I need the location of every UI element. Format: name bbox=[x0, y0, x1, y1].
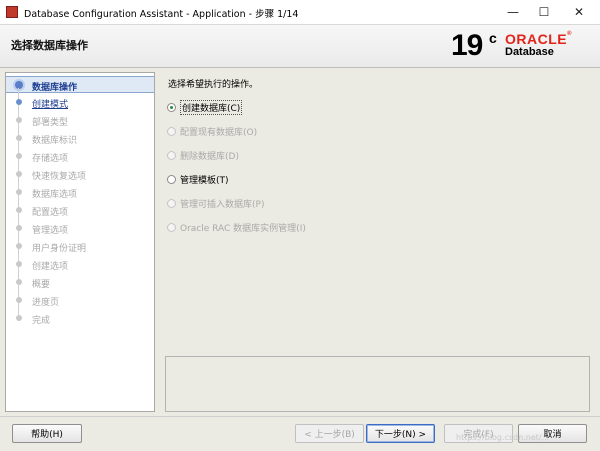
help-button[interactable]: 帮助(H) bbox=[12, 424, 82, 443]
window-title: Database Configuration Assistant - Appli… bbox=[24, 9, 299, 20]
step-header: 选择数据库操作 19 c ORACLE® Database bbox=[0, 25, 600, 68]
radio-icon bbox=[167, 198, 176, 208]
nav-step-creation-mode[interactable]: 创建模式 bbox=[6, 94, 154, 117]
step-dot-icon bbox=[16, 117, 22, 123]
step-current-icon bbox=[15, 81, 23, 89]
logo-brand-text: ORACLE bbox=[505, 31, 568, 47]
radio-icon bbox=[167, 126, 176, 136]
option-create-database[interactable]: 创建数据库(C) bbox=[167, 99, 243, 115]
nav-step-storage: 存储选项 bbox=[6, 148, 154, 171]
radio-icon bbox=[167, 150, 176, 160]
step-dot-icon bbox=[16, 225, 22, 231]
option-delete-database: 删除数据库(D) bbox=[167, 147, 239, 163]
step-dot-icon bbox=[16, 261, 22, 267]
minimize-button[interactable]: — bbox=[496, 0, 530, 24]
app-icon bbox=[6, 6, 18, 18]
nav-step-deployment-type: 部署类型 bbox=[6, 112, 154, 135]
nav-step-progress: 进度页 bbox=[6, 292, 154, 315]
nav-step-finish: 完成 bbox=[6, 310, 154, 327]
radio-checked-icon[interactable] bbox=[167, 102, 176, 112]
step-navigation: 数据库操作 创建模式 部署类型 数据库标识 存储选项 快速恢复选项 数据库选项 … bbox=[5, 72, 155, 412]
window-titlebar: Database Configuration Assistant - Appli… bbox=[0, 0, 600, 25]
watermark: https://blog.csdn.net/... bbox=[456, 433, 550, 442]
logo-product: Database bbox=[505, 46, 554, 58]
nav-step-credentials: 用户身份证明 bbox=[6, 238, 154, 261]
step-dot-icon bbox=[16, 297, 22, 303]
nav-step-database-operation[interactable]: 数据库操作 bbox=[6, 76, 154, 100]
step-dot-icon bbox=[16, 315, 22, 321]
nav-step-database-options: 数据库选项 bbox=[6, 184, 154, 207]
close-button[interactable]: ✕ bbox=[562, 0, 596, 24]
step-dot-icon bbox=[16, 171, 22, 177]
back-button: < 上一步(B) bbox=[295, 424, 364, 443]
option-manage-pdb: 管理可插入数据库(P) bbox=[167, 195, 264, 211]
message-panel bbox=[165, 356, 590, 412]
nav-step-creation-options: 创建选项 bbox=[6, 256, 154, 279]
option-manage-templates[interactable]: 管理模板(T) bbox=[167, 171, 229, 187]
step-dot-icon bbox=[16, 135, 22, 141]
option-rac-instance: Oracle RAC 数据库实例管理(I) bbox=[167, 219, 306, 235]
nav-step-summary: 概要 bbox=[6, 274, 154, 297]
next-button[interactable]: 下一步(N) > bbox=[366, 424, 435, 443]
nav-step-config-options: 配置选项 bbox=[6, 202, 154, 225]
wizard-body: 数据库操作 创建模式 部署类型 数据库标识 存储选项 快速恢复选项 数据库选项 … bbox=[0, 68, 600, 416]
nav-step-database-id: 数据库标识 bbox=[6, 130, 154, 153]
logo-registered: ® bbox=[567, 31, 573, 37]
step-dot-icon bbox=[16, 189, 22, 195]
operation-prompt: 选择希望执行的操作。 bbox=[168, 80, 259, 90]
option-configure-database: 配置现有数据库(O) bbox=[167, 123, 257, 139]
nav-step-fast-recovery: 快速恢复选项 bbox=[6, 166, 154, 189]
logo-version: 19 bbox=[451, 29, 483, 62]
step-dot-icon bbox=[16, 279, 22, 285]
maximize-button[interactable]: ☐ bbox=[527, 0, 561, 24]
step-dot-icon bbox=[16, 207, 22, 213]
page-title: 选择数据库操作 bbox=[11, 39, 88, 52]
step-dot-icon bbox=[16, 243, 22, 249]
step-dot-icon bbox=[16, 99, 22, 105]
radio-icon[interactable] bbox=[167, 174, 176, 184]
step-dot-icon bbox=[16, 153, 22, 159]
logo-version-suffix: c bbox=[489, 30, 497, 46]
radio-icon bbox=[167, 222, 176, 232]
logo-brand: ORACLE® bbox=[505, 31, 572, 47]
nav-step-management: 管理选项 bbox=[6, 220, 154, 243]
